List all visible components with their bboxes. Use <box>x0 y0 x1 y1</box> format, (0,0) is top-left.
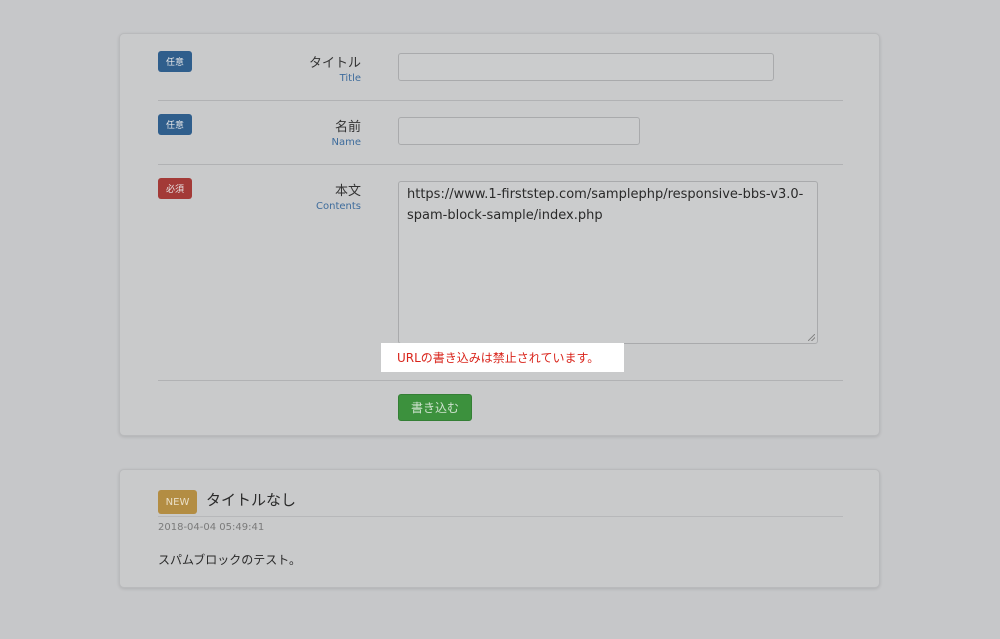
new-badge: NEW <box>158 490 197 514</box>
post-form-panel: 任意 タイトル Title 任意 名前 Name 必須 本文 Contents … <box>119 33 880 436</box>
row-divider <box>158 164 843 165</box>
title-label: タイトル <box>308 56 361 71</box>
title-input[interactable] <box>398 53 774 81</box>
name-label: 名前 <box>334 120 361 135</box>
contents-label-en: Contents <box>316 201 361 212</box>
post-date: 2018-04-04 05:49:41 <box>158 522 265 533</box>
name-input[interactable] <box>398 117 640 145</box>
post-divider <box>158 516 843 517</box>
post-title: タイトルなし <box>206 491 297 509</box>
optional-badge: 任意 <box>158 51 192 72</box>
row-divider <box>158 380 843 381</box>
submit-button[interactable]: 書き込む <box>398 394 472 421</box>
contents-label: 本文 <box>334 184 361 199</box>
title-label-en: Title <box>339 73 361 84</box>
required-badge: 必須 <box>158 178 192 199</box>
optional-badge: 任意 <box>158 114 192 135</box>
post-item: NEW タイトルなし 2018-04-04 05:49:41 スパムブロックのテ… <box>119 469 880 588</box>
contents-textarea[interactable]: https://www.1-firststep.com/samplephp/re… <box>398 181 818 344</box>
error-message: URLの書き込みは禁止されています。 <box>381 343 624 372</box>
post-body: スパムブロックのテスト。 <box>158 553 302 567</box>
name-label-en: Name <box>331 137 361 148</box>
contents-text: https://www.1-firststep.com/samplephp/re… <box>407 187 804 223</box>
row-divider <box>158 100 843 101</box>
resize-handle-icon[interactable] <box>808 334 815 341</box>
